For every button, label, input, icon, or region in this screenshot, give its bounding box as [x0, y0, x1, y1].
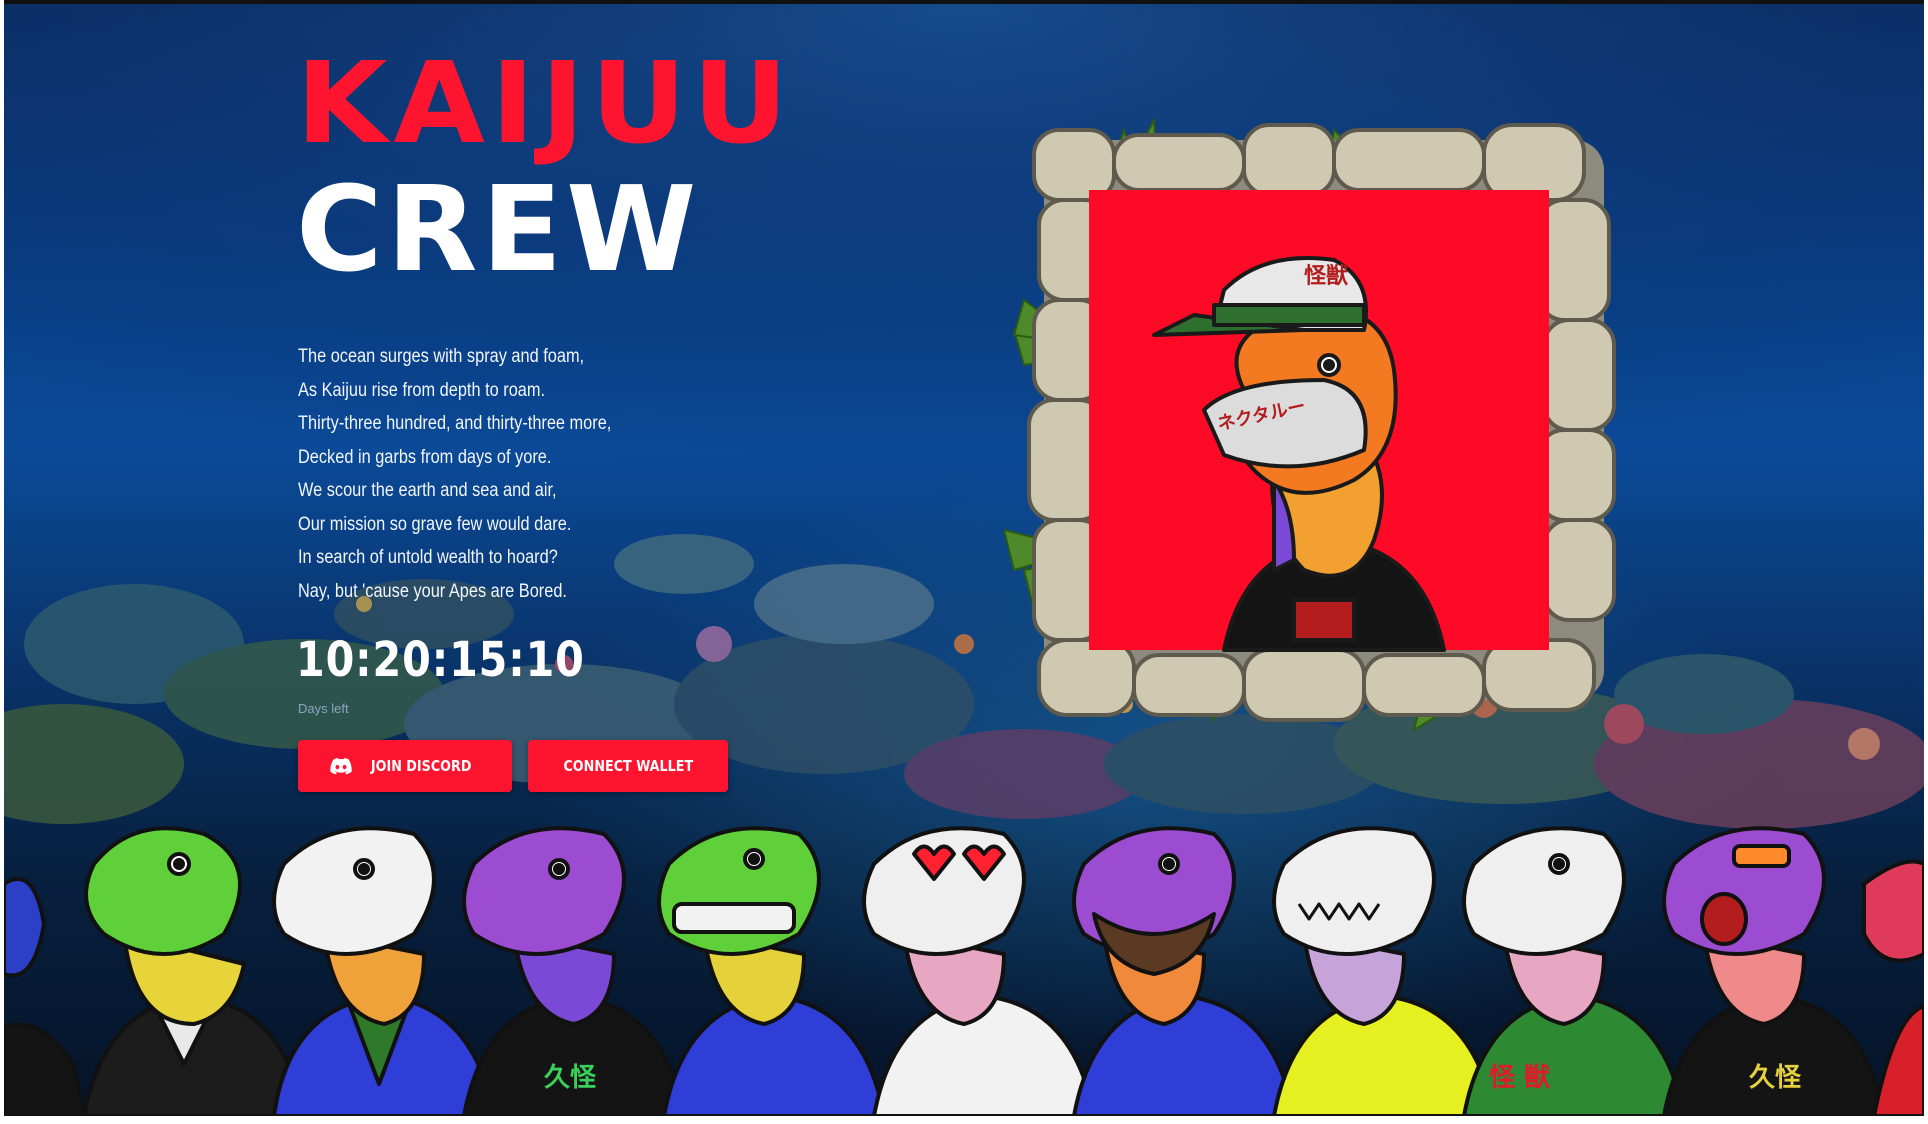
- join-discord-label: JOIN DISCORD: [370, 757, 472, 775]
- connect-wallet-label: CONNECT WALLET: [563, 757, 693, 775]
- poem-line: Nay, but 'cause your Apes are Bored.: [298, 580, 567, 602]
- title-kaijuu: KAIJUU: [296, 37, 795, 169]
- connect-wallet-button[interactable]: CONNECT WALLET: [528, 740, 728, 792]
- kaijuu-character: [1272, 826, 1496, 1116]
- kaijuu-character: [272, 826, 496, 1116]
- kaijuu-character: [657, 826, 886, 1116]
- hero-page: KAIJUU CREW The ocean surges with spray …: [4, 0, 1924, 1116]
- poem-line: Thirty-three hundred, and thirty-three m…: [298, 413, 612, 434]
- poem-line: We scour the earth and sea and air,: [298, 480, 557, 501]
- kaijuu-character: [82, 826, 306, 1116]
- shirt-text: 怪 獣: [1489, 1062, 1550, 1093]
- poem-line: Decked in garbs from days of yore.: [298, 446, 552, 468]
- kaijuu-character: [862, 826, 1096, 1116]
- featured-kaijuu-art: 怪獣 ネクタルー: [1004, 116, 1616, 733]
- kaijuu-character: [1072, 826, 1296, 1116]
- kaijuu-character: [4, 877, 86, 1116]
- poem-line: In search of untold wealth to hoard?: [298, 547, 558, 568]
- countdown-label: Days left: [298, 701, 349, 716]
- poem-line: The ocean surges with spray and foam,: [298, 346, 585, 367]
- discord-icon: [330, 757, 352, 774]
- join-discord-button[interactable]: JOIN DISCORD: [298, 740, 512, 792]
- title-crew: CREW: [296, 160, 701, 298]
- poem-line: Our mission so grave few would dare.: [298, 513, 572, 535]
- kaijuu-lineup: 久怪 怪 獣 久怪: [4, 826, 1924, 1116]
- poem-line: As Kaijuu rise from depth to roam.: [298, 379, 546, 401]
- countdown-timer: 10:20:15:10: [296, 632, 585, 688]
- shirt-text: 久怪: [544, 1063, 597, 1093]
- shirt-text: 久怪: [1749, 1063, 1802, 1093]
- poem: The ocean surges with spray and foam, As…: [298, 340, 798, 608]
- cap-kanji: 怪獣: [1304, 263, 1349, 289]
